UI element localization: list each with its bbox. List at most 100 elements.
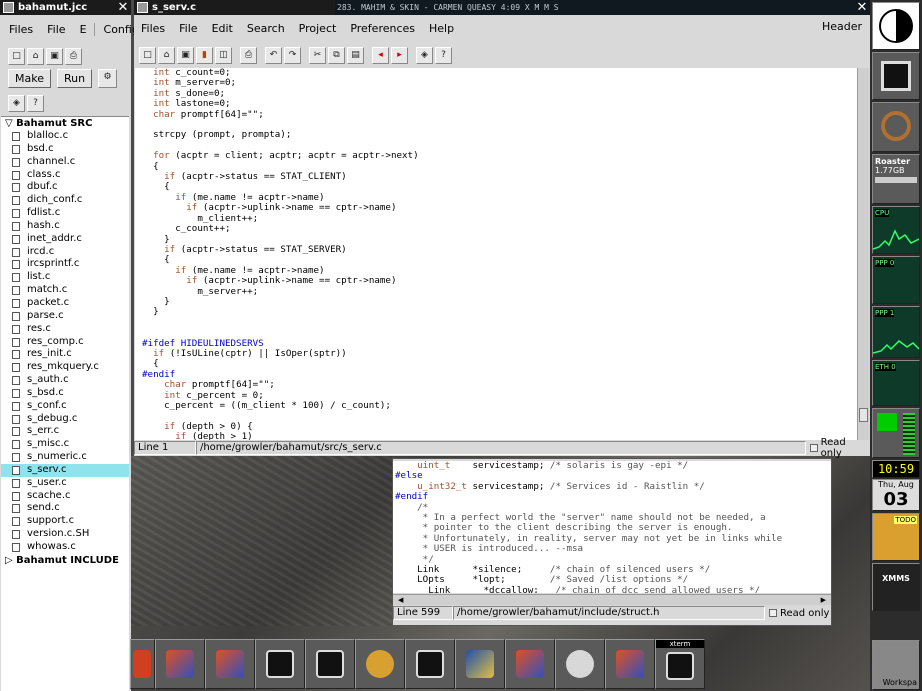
tree-file-item[interactable]: class.c (1, 169, 129, 182)
tree-file-item[interactable]: res_init.c (1, 348, 129, 361)
second-editor-text-area[interactable]: uint_t servicestamp; /* solaris is gay -… (393, 461, 831, 593)
tree-file-item[interactable]: res.c (1, 323, 129, 336)
tree-file-item[interactable]: inet_addr.c (1, 233, 129, 246)
xterm-tile[interactable]: xterm (655, 639, 705, 689)
print-icon[interactable]: ⎙ (240, 46, 257, 64)
dock-tile[interactable] (872, 52, 920, 100)
menu-edit[interactable]: Edit (205, 22, 240, 35)
roaster-tile[interactable]: Roaster 1.77GB (872, 154, 920, 204)
tree-file-item[interactable]: s_err.c (1, 425, 129, 438)
open-file-icon[interactable]: ⌂ (27, 47, 44, 65)
menu-file[interactable]: File (172, 22, 204, 35)
tree-file-item[interactable]: ircsprintf.c (1, 258, 129, 271)
menu-search[interactable]: Search (240, 22, 292, 35)
mixer-tile[interactable] (872, 408, 920, 458)
tree-file-item[interactable]: res_mkquery.c (1, 361, 129, 374)
tree-file-item[interactable]: s_debug.c (1, 413, 129, 426)
scroll-right-icon[interactable]: ▶ (821, 596, 826, 604)
menu-file[interactable]: File (40, 23, 72, 36)
app-tile[interactable] (255, 639, 305, 689)
checkbox-icon[interactable] (809, 444, 818, 452)
dock-tile[interactable] (872, 2, 920, 50)
scroll-thumb[interactable] (859, 408, 868, 422)
menu-edit[interactable]: E (73, 23, 94, 36)
tree-group-include[interactable]: ▷ Bahamut INCLUDE (1, 554, 129, 567)
tree-file-item[interactable]: scache.c (1, 490, 129, 503)
app-tile[interactable] (605, 639, 655, 689)
project-tree[interactable]: ▽ Bahamut SRC blalloc.c bsd.c channel.c cla… (1, 116, 129, 691)
xmms-tile[interactable]: XMMS (872, 563, 920, 611)
bookmark-icon[interactable]: ◈ (416, 46, 433, 64)
cut-icon[interactable]: ✂ (309, 46, 326, 64)
save-icon[interactable]: ▣ (46, 47, 63, 65)
header-button[interactable]: Header (816, 18, 868, 37)
tree-file-item[interactable]: s_auth.c (1, 374, 129, 387)
editor-text-area[interactable]: int c_count=0; int m_server=0; int s_don… (135, 68, 857, 440)
readonly-toggle[interactable]: Read only (806, 437, 870, 459)
tree-file-item[interactable]: packet.c (1, 297, 129, 310)
bookmark-icon[interactable]: ◈ (8, 94, 25, 112)
print-icon[interactable]: ⎙ (65, 47, 82, 65)
save-all-icon[interactable]: ▮ (196, 46, 213, 64)
readonly-toggle[interactable]: Read only (765, 608, 829, 619)
app-tile[interactable] (305, 639, 355, 689)
unindent-icon[interactable]: ◂ (372, 46, 389, 64)
tree-file-item[interactable]: blalloc.c (1, 130, 129, 143)
main-window-titlebar[interactable]: s_serv.c (134, 0, 335, 15)
paste-icon[interactable]: ▤ (347, 46, 364, 64)
open-file-icon[interactable]: ⌂ (158, 46, 175, 64)
close-icon[interactable]: ✕ (115, 0, 131, 15)
tree-file-item[interactable]: version.c.SH (1, 528, 129, 541)
todo-tile[interactable]: TODO (872, 513, 920, 561)
app-tile[interactable] (155, 639, 205, 689)
left-window-titlebar[interactable]: bahamut.jcc ✕ (0, 0, 131, 15)
tree-file-item[interactable]: send.c (1, 502, 129, 515)
checkbox-icon[interactable] (769, 609, 777, 617)
tree-file-item[interactable]: parse.c (1, 310, 129, 323)
tree-group-src[interactable]: ▽ Bahamut SRC (1, 117, 129, 130)
menu-project[interactable]: Project (292, 22, 344, 35)
close-icon[interactable]: ✕ (854, 0, 870, 15)
tree-file-item[interactable]: dich_conf.c (1, 194, 129, 207)
tree-file-item[interactable]: s_conf.c (1, 400, 129, 413)
app-tile[interactable] (455, 639, 505, 689)
menu-preferences[interactable]: Preferences (343, 22, 422, 35)
help-icon[interactable]: ? (435, 46, 452, 64)
tree-file-item[interactable]: fdlist.c (1, 207, 129, 220)
tree-file-item[interactable]: hash.c (1, 220, 129, 233)
app-tile[interactable] (205, 639, 255, 689)
app-tile[interactable] (555, 639, 605, 689)
copy-icon[interactable]: ⧉ (328, 46, 345, 64)
new-file-icon[interactable]: □ (139, 46, 156, 64)
menu-files[interactable]: Files (134, 22, 172, 35)
save-icon[interactable]: ▣ (177, 46, 194, 64)
redo-icon[interactable]: ↷ (284, 46, 301, 64)
debug-icon[interactable]: ⚙ (98, 68, 118, 88)
run-button[interactable]: Run (56, 68, 93, 88)
make-button[interactable]: Make (8, 68, 51, 88)
dock-tile[interactable] (872, 102, 920, 152)
tree-file-item[interactable]: match.c (1, 284, 129, 297)
close-file-icon[interactable]: ◫ (215, 46, 232, 64)
menu-help[interactable]: Help (422, 22, 461, 35)
app-tile[interactable] (130, 639, 155, 689)
tree-file-item[interactable]: s_user.c (1, 477, 129, 490)
help-icon[interactable]: ? (27, 94, 44, 112)
indent-icon[interactable]: ▸ (391, 46, 408, 64)
menu-files[interactable]: Files (2, 23, 40, 36)
tree-file-item[interactable]: support.c (1, 515, 129, 528)
tree-file-item[interactable]: ircd.c (1, 246, 129, 259)
workspace-tile[interactable]: Workspa (872, 640, 920, 690)
tree-file-item[interactable]: list.c (1, 271, 129, 284)
new-file-icon[interactable]: □ (8, 47, 25, 65)
app-tile[interactable] (355, 639, 405, 689)
app-tile[interactable] (505, 639, 555, 689)
tree-file-item[interactable]: s_serv.c (1, 463, 129, 477)
tree-file-item[interactable]: s_misc.c (1, 438, 129, 451)
tree-file-item[interactable]: whowas.c (1, 541, 129, 554)
tree-file-item[interactable]: bsd.c (1, 143, 129, 156)
tree-file-item[interactable]: dbuf.c (1, 181, 129, 194)
editor-vscroll[interactable] (857, 68, 869, 440)
tree-file-item[interactable]: res_comp.c (1, 336, 129, 349)
tree-file-item[interactable]: s_bsd.c (1, 387, 129, 400)
